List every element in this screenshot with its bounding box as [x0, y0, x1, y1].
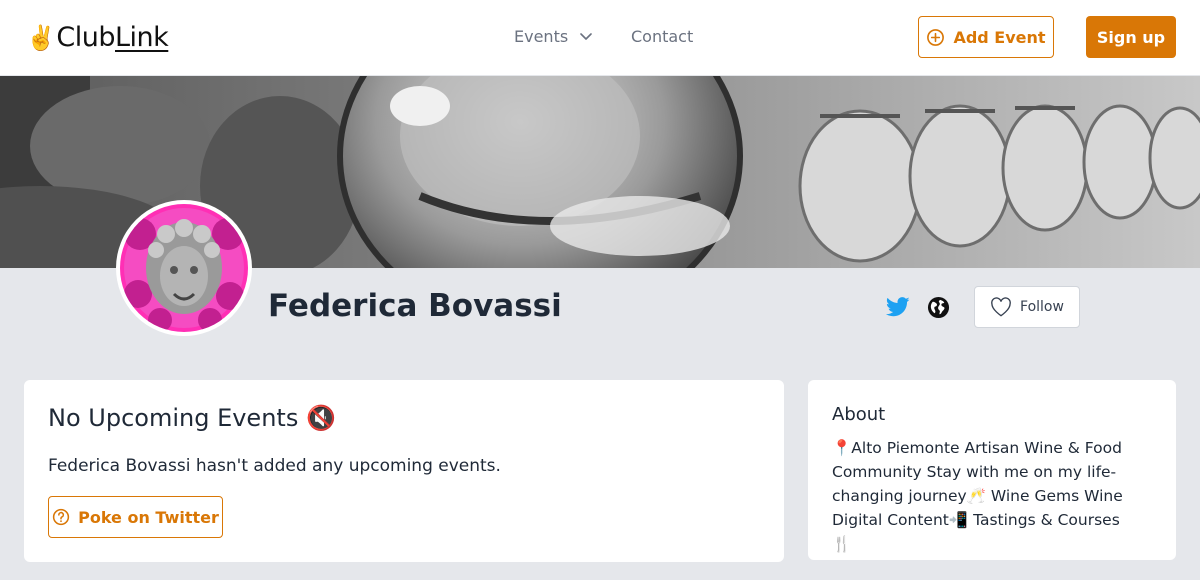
poke-label: Poke on Twitter	[78, 507, 219, 527]
add-event-button[interactable]: Add Event	[918, 16, 1054, 58]
upcoming-events-card: No Upcoming Events 🔇 Federica Bovassi ha…	[24, 380, 784, 562]
no-events-message: Federica Bovassi hasn't added any upcomi…	[48, 456, 501, 476]
events-card-title: No Upcoming Events 🔇	[48, 404, 336, 432]
question-circle-icon	[52, 508, 70, 526]
profile-avatar	[116, 200, 252, 336]
globe-icon[interactable]	[927, 296, 950, 319]
top-navbar: ✌️ Club Link Events Contact Add Event Sig…	[0, 0, 1200, 76]
poke-on-twitter-button[interactable]: Poke on Twitter	[48, 496, 223, 538]
about-bio-text: 📍Alto Piemonte Artisan Wine & Food Commu…	[832, 439, 1123, 553]
profile-name: Federica Bovassi	[268, 288, 562, 324]
about-title: About	[832, 404, 886, 425]
muted-speaker-icon: 🔇	[306, 404, 337, 432]
heart-icon	[991, 297, 1011, 317]
nav-contact-link[interactable]: Contact	[631, 27, 693, 46]
logo-club-text: Club	[56, 22, 115, 53]
chevron-down-icon	[580, 32, 592, 40]
add-event-label: Add Event	[953, 27, 1046, 47]
plus-circle-icon	[927, 28, 945, 46]
follow-label: Follow	[1020, 299, 1064, 315]
logo-link-text: Link	[115, 22, 169, 53]
events-title-text: No Upcoming Events	[48, 404, 299, 432]
twitter-icon[interactable]	[886, 296, 910, 318]
clublink-logo[interactable]: ✌️ Club Link	[26, 22, 169, 53]
sign-up-button[interactable]: Sign up	[1086, 16, 1176, 58]
about-card: About 📍Alto Piemonte Artisan Wine & Food…	[808, 380, 1176, 560]
nav-events-dropdown[interactable]: Events	[514, 27, 592, 46]
nav-events-label: Events	[514, 27, 569, 46]
follow-button[interactable]: Follow	[974, 286, 1080, 328]
victory-hand-icon: ✌️	[26, 23, 56, 52]
